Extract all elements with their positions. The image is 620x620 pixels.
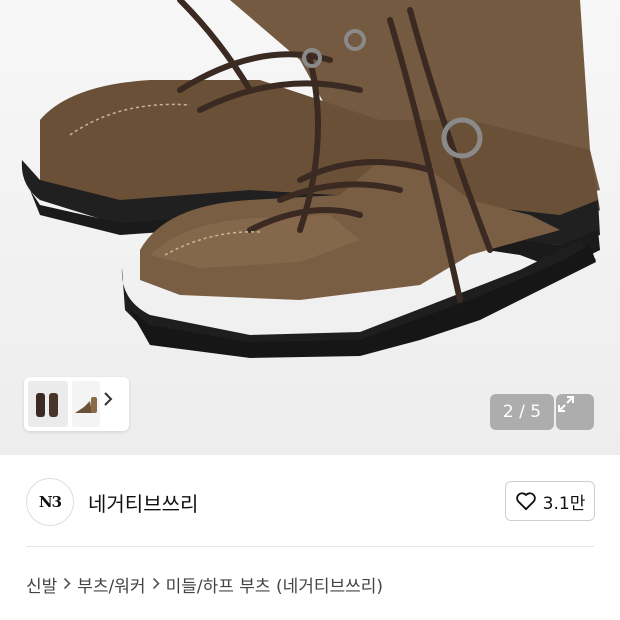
thumbnail-image[interactable]	[28, 381, 68, 427]
brand-logo-text: N3	[38, 493, 62, 511]
breadcrumb: 신발 부츠/워커 미들/하프 부츠 (네거티브쓰리)	[26, 572, 383, 597]
chevron-right-icon	[63, 575, 71, 594]
chevron-right-icon[interactable]	[103, 391, 123, 417]
like-count: 3.1만	[542, 493, 586, 514]
product-image-gallery[interactable]: 2 / 5	[0, 0, 620, 455]
expand-arrows-icon[interactable]	[556, 394, 594, 430]
image-counter: 2 / 5	[490, 394, 554, 430]
breadcrumb-item-subcategory[interactable]: 부츠/워커	[77, 572, 145, 597]
breadcrumb-item-current[interactable]: 미들/하프 부츠 (네거티브쓰리)	[166, 572, 383, 597]
divider	[26, 546, 594, 547]
brand-name[interactable]: 네거티브쓰리	[88, 488, 198, 517]
breadcrumb-item-category[interactable]: 신발	[26, 572, 57, 597]
like-button[interactable]: 3.1만	[505, 481, 595, 521]
heart-outline-icon	[515, 492, 536, 511]
brand-logo[interactable]: N3	[26, 478, 74, 526]
thumbnail-image[interactable]	[72, 381, 100, 427]
brand-row: N3 네거티브쓰리 3.1만	[0, 470, 620, 534]
thumbnail-strip[interactable]	[24, 377, 129, 431]
chevron-right-icon	[152, 575, 160, 594]
